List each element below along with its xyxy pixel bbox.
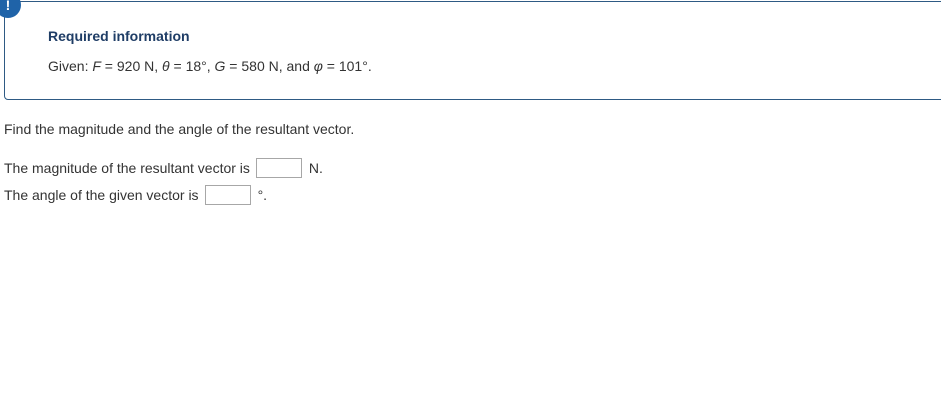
given-prefix: Given: <box>48 58 93 74</box>
angle-answer-row: The angle of the given vector is °. <box>4 185 267 205</box>
g-symbol: G <box>214 58 226 74</box>
phi-symbol: φ <box>313 58 323 74</box>
magnitude-answer-row: The magnitude of the resultant vector is… <box>4 158 323 178</box>
phi-value: = 101°. <box>322 58 372 74</box>
required-information-panel: ! Required information Given: F = 920 N,… <box>0 0 941 100</box>
given-values: Given: F = 920 N, θ = 18°, G = 580 N, an… <box>48 58 372 74</box>
theta-symbol: θ <box>162 58 170 74</box>
angle-unit: °. <box>257 187 268 203</box>
f-symbol: F <box>92 58 101 74</box>
g-value: = 580 N, and <box>225 58 314 74</box>
info-heading: Required information <box>48 28 190 44</box>
theta-value: = 18°, <box>169 58 215 74</box>
magnitude-unit: N. <box>308 160 323 176</box>
question-text: Find the magnitude and the angle of the … <box>4 121 355 137</box>
exclamation-icon: ! <box>0 0 21 18</box>
magnitude-label: The magnitude of the resultant vector is <box>4 160 250 176</box>
magnitude-input[interactable] <box>255 158 302 178</box>
angle-input[interactable] <box>204 185 251 205</box>
angle-label: The angle of the given vector is <box>4 187 199 203</box>
f-value: = 920 N, <box>100 58 163 74</box>
